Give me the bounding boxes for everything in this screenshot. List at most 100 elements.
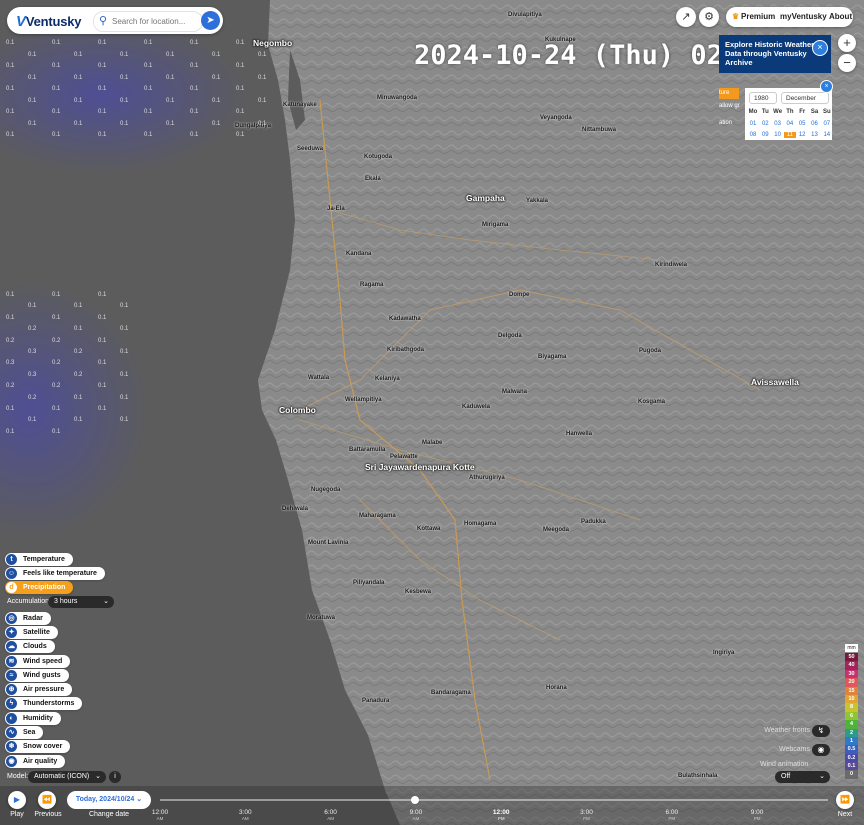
layer-wind-speed[interactable]: ≋ Wind speed	[5, 655, 71, 668]
myventusky-link[interactable]: myVentusky	[780, 12, 827, 21]
previous-button[interactable]: ⏪	[38, 791, 56, 809]
precip-value: 0.2	[6, 383, 15, 390]
year-select[interactable]: 1980	[749, 92, 777, 104]
place-label: Kosgama	[638, 399, 666, 405]
timeline-track[interactable]	[160, 799, 828, 801]
precip-value: 0.1	[6, 428, 15, 435]
place-label: Bandaragama	[431, 690, 471, 696]
archive-side-tab[interactable]: ture	[719, 88, 739, 99]
layer-air-quality[interactable]: ◉ Air quality	[5, 755, 66, 768]
precip-value: 0.1	[212, 97, 221, 104]
layer-air-pressure[interactable]: ⊕ Air pressure	[5, 683, 73, 696]
place-label: Wattala	[308, 375, 330, 381]
webcams-toggle[interactable]: ◉	[812, 744, 830, 756]
layer-radar[interactable]: ◎ Radar	[5, 612, 51, 625]
weather-fronts-toggle[interactable]: ↯	[812, 725, 830, 737]
legend-cell: 30	[845, 669, 858, 679]
locate-button[interactable]: ➤	[201, 11, 220, 30]
play-button[interactable]: ▶	[8, 791, 26, 809]
map-canvas[interactable]	[0, 0, 864, 825]
timeline-tick[interactable]: 9:00 AM	[401, 809, 431, 821]
accumulation-select[interactable]: 3 hours ⌄	[48, 596, 114, 608]
layer-wind-gusts[interactable]: ≈ Wind gusts	[5, 669, 69, 682]
calendar-day[interactable]: 14	[821, 132, 833, 138]
promo-close-button[interactable]: ×	[812, 40, 828, 56]
layer-satellite[interactable]: ✦ Satellite	[5, 626, 58, 639]
month-select[interactable]: December	[781, 92, 829, 104]
share-button[interactable]: ↗	[676, 7, 696, 27]
model-select[interactable]: Automatic (ICON) ⌄	[28, 771, 106, 783]
timeline-tick[interactable]: 3:00 PM	[572, 809, 602, 821]
timeline-tick[interactable]: 6:00 PM	[657, 809, 687, 821]
layer-precipitation[interactable]: d Precipitation	[5, 581, 74, 594]
archive-calendar: 1980 December Mo Tu We Th Fr Sa Su 01 02 03 04 05 06…	[745, 88, 832, 140]
calendar-day[interactable]: 08	[747, 132, 759, 138]
settings-button[interactable]: ⚙	[699, 7, 719, 27]
precip-value: 0.3	[28, 349, 37, 355]
layer-clouds[interactable]: ☁ Clouds	[5, 640, 55, 653]
precip-value: 0.2	[74, 371, 83, 378]
tick-ampm: AM	[412, 816, 420, 821]
layer-label: Air quality	[23, 758, 58, 765]
calendar-day[interactable]: 04	[784, 121, 796, 127]
timeline-tick[interactable]: 12:00 PM	[486, 809, 516, 821]
ventusky-logo[interactable]: VVentusky	[16, 13, 82, 30]
calendar-close-button[interactable]: ×	[820, 80, 833, 93]
zoom-out-button[interactable]: −	[838, 54, 856, 72]
precip-value: 0.1	[98, 406, 107, 412]
precip-value: 0.2	[28, 326, 37, 333]
search-field[interactable]: ⚲	[93, 11, 203, 32]
calendar-day[interactable]: 05	[796, 121, 808, 127]
thermometer-icon: t	[6, 554, 17, 565]
model-info-button[interactable]: i	[109, 771, 121, 783]
tick-ampm: AM	[241, 816, 249, 821]
layer-feels-like-temperature[interactable]: ☺ Feels like temperature	[5, 567, 105, 580]
timeline-tick[interactable]: 12:00 AM	[145, 809, 175, 821]
precip-value: 0.1	[74, 120, 83, 127]
legend-cell: 0.1	[845, 762, 858, 771]
about-link[interactable]: About	[829, 12, 852, 21]
satellite-icon: ✦	[6, 627, 17, 638]
layer-thunderstorms[interactable]: ϟ Thunderstorms	[5, 697, 83, 710]
calendar-day[interactable]: 03	[772, 121, 784, 127]
calendar-day[interactable]: 09	[759, 132, 771, 138]
timeline-handle[interactable]	[411, 796, 419, 804]
precip-value: 0.2	[74, 349, 83, 355]
wind-animation-select[interactable]: Off ⌄	[775, 771, 830, 783]
calendar-day[interactable]: 07	[821, 121, 833, 127]
change-date-label: Change date	[88, 811, 130, 818]
calendar-day[interactable]: 11	[783, 132, 796, 138]
tick-time: 3:00	[238, 809, 252, 816]
place-label: Ingiriya	[713, 650, 735, 656]
place-label: Ragama	[360, 282, 384, 288]
calendar-day[interactable]: 02	[759, 121, 771, 127]
play-label: Play	[10, 811, 24, 818]
next-button[interactable]: ⏩	[836, 791, 854, 809]
legend-cell: 10	[845, 694, 858, 704]
premium-link[interactable]: Premium	[741, 12, 775, 21]
layer-temperature[interactable]: t Temperature	[5, 553, 73, 566]
precip-value: 0.1	[52, 40, 61, 46]
calendar-day[interactable]: 06	[809, 121, 821, 127]
calendar-day[interactable]: 10	[772, 132, 784, 138]
weekday-header: Fr	[799, 109, 806, 115]
precip-value: 0.1	[6, 292, 15, 298]
calendar-day[interactable]: 01	[747, 121, 759, 127]
close-icon: ×	[824, 83, 829, 90]
calendar-day[interactable]: 13	[809, 132, 821, 138]
timeline-tick[interactable]: 6:00 AM	[316, 809, 346, 821]
date-button[interactable]: Today, 2024/10/24 ⌄	[67, 791, 151, 809]
layer-humidity[interactable]: ◐ Humidity	[5, 712, 61, 725]
timeline-tick[interactable]: 3:00 AM	[230, 809, 260, 821]
zoom-in-button[interactable]: +	[838, 34, 856, 52]
tick-ampm: AM	[156, 816, 164, 821]
search-input[interactable]	[112, 14, 198, 28]
timeline-tick[interactable]: 9:00 PM	[742, 809, 772, 821]
layer-snow-cover[interactable]: ❄ Snow cover	[5, 740, 71, 753]
precip-value: 0.1	[120, 417, 129, 424]
precip-value: 0.1	[98, 383, 107, 390]
camera-icon: ◉	[817, 745, 825, 754]
layer-sea[interactable]: ∿ Sea	[5, 726, 44, 739]
legend-cell: 2	[845, 728, 858, 737]
calendar-day[interactable]: 12	[796, 132, 808, 138]
